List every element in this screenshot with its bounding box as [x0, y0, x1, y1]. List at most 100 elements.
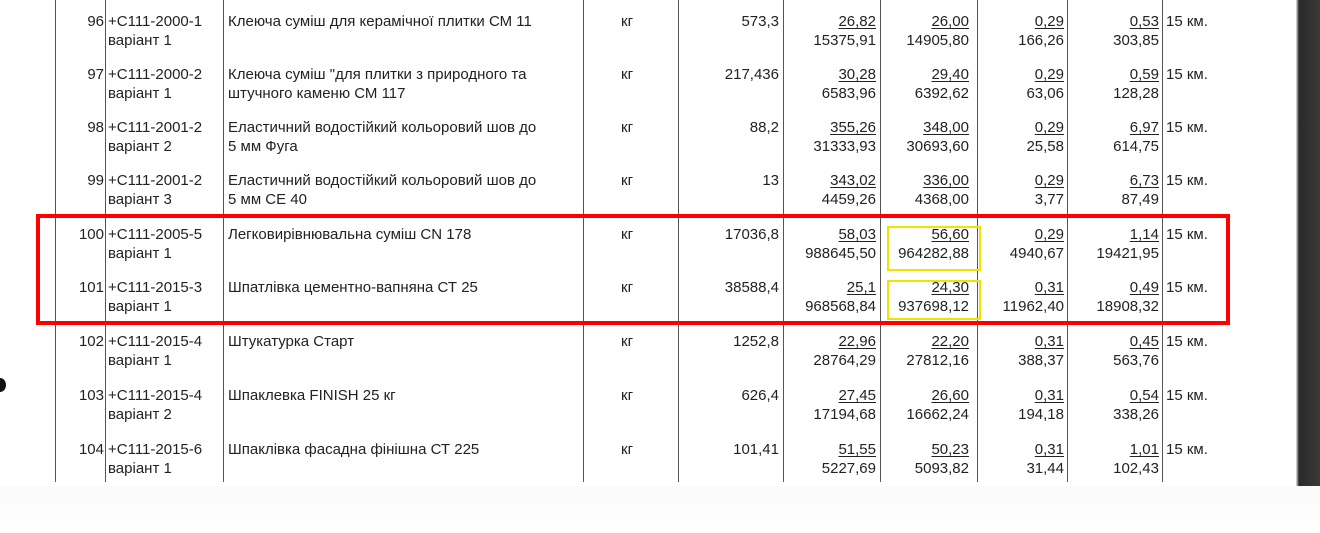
price4-total: 338,26: [1113, 406, 1159, 423]
price3-unit: 0,29: [1034, 13, 1064, 30]
price2-unit: 50,23: [931, 441, 969, 458]
price4-unit: 0,59: [1129, 66, 1159, 83]
row-number: 104: [78, 441, 104, 458]
material-name-line1: Шпаклевка FINISH 25 кг: [228, 387, 396, 404]
price3-unit: 0,29: [1034, 119, 1064, 136]
material-name-line1: Клеюча суміш для керамічної плитки СМ 11: [228, 13, 532, 30]
resource-variant: варіант 1: [108, 460, 172, 477]
page-bottom-margin: [0, 486, 1320, 533]
unit-of-measure: кг: [621, 119, 634, 136]
price2-unit: 22,20: [931, 333, 969, 350]
price1-total: 31333,93: [813, 138, 876, 155]
price1-total: 15375,91: [813, 32, 876, 49]
table-row: 102 +С111-2015-4 варіант 1 Штукатурка Ст…: [0, 320, 1296, 374]
quantity: 13: [762, 172, 779, 189]
resource-code: +С111-2000-1: [108, 13, 203, 30]
red-highlight-frame: [36, 214, 1230, 325]
quantity: 626,4: [741, 387, 779, 404]
resource-variant: варіант 3: [108, 191, 172, 208]
material-name-line2: 5 мм СЕ 40: [228, 191, 307, 208]
quantity: 88,2: [749, 119, 779, 136]
table-row: 97 +С111-2000-2 варіант 1 Клеюча суміш "…: [0, 53, 1296, 107]
transport-distance: 15 км.: [1166, 66, 1208, 83]
price4-unit: 0,53: [1129, 13, 1159, 30]
table-row: 96 +С111-2000-1 варіант 1 Клеюча суміш д…: [0, 0, 1296, 54]
price1-total: 4459,26: [821, 191, 876, 208]
price2-total: 16662,24: [906, 406, 969, 423]
row-number: 98: [87, 119, 104, 136]
price2-unit: 336,00: [923, 172, 969, 189]
price4-total: 303,85: [1113, 32, 1159, 49]
price1-unit: 355,26: [830, 119, 876, 136]
price3-total: 63,06: [1026, 85, 1064, 102]
resource-variant: варіант 1: [108, 32, 172, 49]
unit-of-measure: кг: [621, 387, 634, 404]
price4-unit: 6,97: [1129, 119, 1159, 136]
material-name-line1: Штукатурка Старт: [228, 333, 355, 350]
price4-total: 102,43: [1113, 460, 1159, 477]
transport-distance: 15 км.: [1166, 387, 1208, 404]
transport-distance: 15 км.: [1166, 119, 1208, 136]
resource-variant: варіант 2: [108, 406, 172, 423]
quantity: 573,3: [741, 13, 779, 30]
unit-of-measure: кг: [621, 66, 634, 83]
material-name-line1: Клеюча суміш "для плитки з природного та: [228, 66, 527, 83]
price4-unit: 0,45: [1129, 333, 1159, 350]
resource-code: +С111-2015-4: [108, 333, 203, 350]
price3-total: 166,26: [1018, 32, 1064, 49]
transport-distance: 15 км.: [1166, 333, 1208, 350]
price3-total: 31,44: [1026, 460, 1064, 477]
price1-total: 17194,68: [813, 406, 876, 423]
material-name-line1: Еластичний водостійкий кольоровий шов до: [228, 119, 537, 136]
price1-unit: 27,45: [838, 387, 876, 404]
transport-distance: 15 км.: [1166, 172, 1208, 189]
scanned-document-page: 96 +С111-2000-1 варіант 1 Клеюча суміш д…: [0, 0, 1320, 533]
price2-total: 30693,60: [906, 138, 969, 155]
resource-code: +С111-2000-2: [108, 66, 203, 83]
transport-distance: 15 км.: [1166, 13, 1208, 30]
table-row: 103 +С111-2015-4 варіант 2 Шпаклевка FIN…: [0, 374, 1296, 428]
price3-unit: 0,29: [1034, 66, 1064, 83]
price3-unit: 0,31: [1034, 441, 1064, 458]
price2-total: 14905,80: [906, 32, 969, 49]
price4-total: 563,76: [1113, 352, 1159, 369]
price4-unit: 1,01: [1129, 441, 1159, 458]
price4-total: 87,49: [1121, 191, 1159, 208]
price3-total: 388,37: [1018, 352, 1064, 369]
unit-of-measure: кг: [621, 172, 634, 189]
resource-code: +С111-2001-2: [108, 119, 203, 136]
price4-unit: 6,73: [1129, 172, 1159, 189]
price3-unit: 0,29: [1034, 172, 1064, 189]
price3-unit: 0,31: [1034, 333, 1064, 350]
price4-total: 128,28: [1113, 85, 1159, 102]
table-row: 99 +С111-2001-2 варіант 3 Еластичний вод…: [0, 159, 1296, 213]
material-name-line2: штучного каменю СМ 117: [228, 85, 406, 102]
resource-code: +С111-2015-6: [108, 441, 203, 458]
table-row: 104 +С111-2015-6 варіант 1 Шпаклівка фас…: [0, 428, 1296, 482]
price2-total: 27812,16: [906, 352, 969, 369]
price2-total: 5093,82: [914, 460, 969, 477]
unit-of-measure: кг: [621, 441, 634, 458]
price2-total: 4368,00: [914, 191, 969, 208]
price1-total: 6583,96: [821, 85, 876, 102]
row-number: 103: [78, 387, 104, 404]
resource-code: +С111-2001-2: [108, 172, 203, 189]
price3-total: 3,77: [1034, 191, 1064, 208]
price2-unit: 26,60: [931, 387, 969, 404]
transport-distance: 15 км.: [1166, 441, 1208, 458]
price3-total: 25,58: [1026, 138, 1064, 155]
price1-total: 28764,29: [813, 352, 876, 369]
unit-of-measure: кг: [621, 13, 634, 30]
material-name-line1: Еластичний водостійкий кольоровий шов до: [228, 172, 537, 189]
resource-code: +С111-2015-4: [108, 387, 203, 404]
price3-total: 194,18: [1018, 406, 1064, 423]
unit-of-measure: кг: [621, 333, 634, 350]
price1-unit: 22,96: [838, 333, 876, 350]
price1-unit: 343,02: [830, 172, 876, 189]
quantity: 101,41: [733, 441, 779, 458]
table-row: 98 +С111-2001-2 варіант 2 Еластичний вод…: [0, 106, 1296, 160]
scan-right-edge-shadow: [1296, 0, 1320, 486]
row-number: 99: [87, 172, 104, 189]
row-number: 96: [87, 13, 104, 30]
price4-total: 614,75: [1113, 138, 1159, 155]
